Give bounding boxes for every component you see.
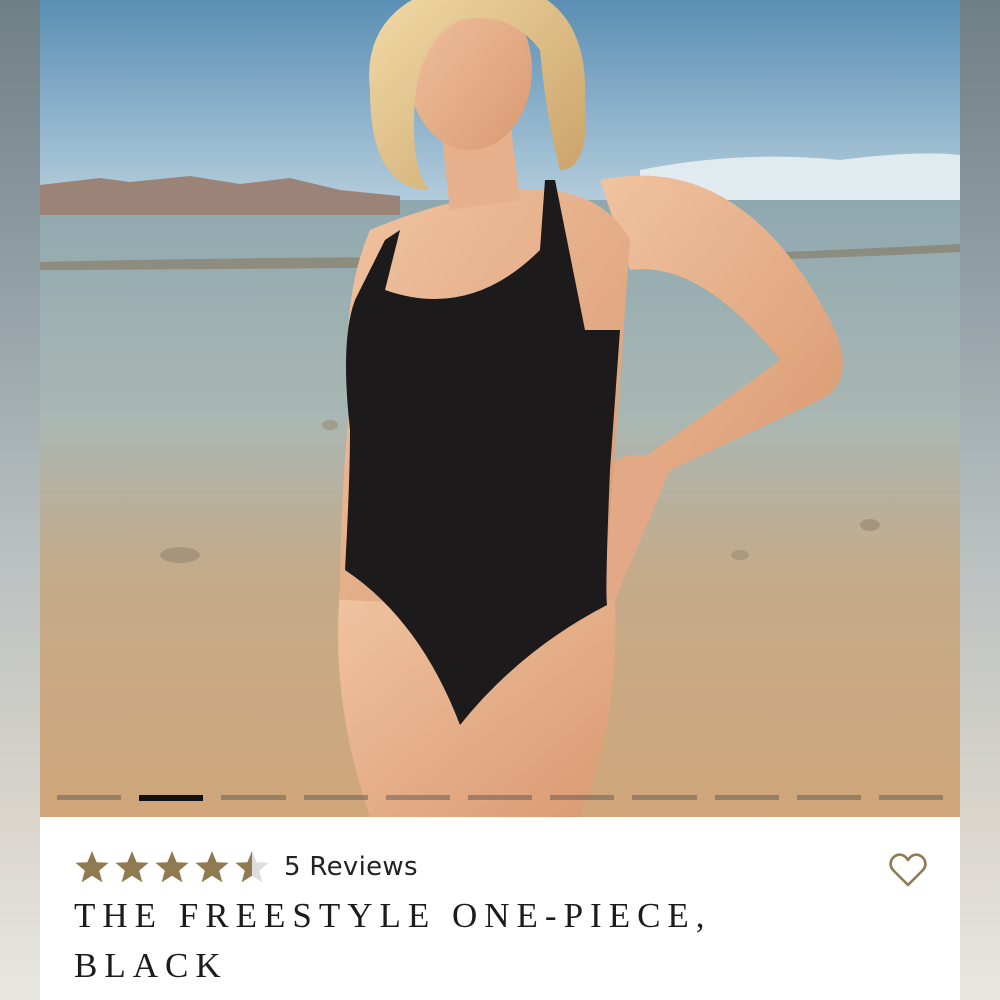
product-card: 5 Reviews THE FREESTYLE ONE-PIECE, BLACK [40, 0, 960, 1000]
product-photo[interactable] [40, 0, 960, 817]
carousel-indicator-6[interactable] [467, 795, 533, 800]
carousel-indicator-10[interactable] [796, 795, 861, 800]
star-icon [115, 851, 149, 883]
reviews-count[interactable]: 5 Reviews [284, 852, 418, 882]
star-icon [75, 851, 109, 883]
carousel-indicator-9[interactable] [714, 795, 779, 800]
product-info: 5 Reviews THE FREESTYLE ONE-PIECE, BLACK [40, 817, 960, 1000]
carousel-indicator-1[interactable] [57, 795, 122, 800]
star-icon [235, 851, 269, 883]
carousel-indicator-4[interactable] [303, 795, 368, 800]
rating[interactable]: 5 Reviews [74, 849, 418, 885]
carousel-indicators [57, 795, 944, 803]
rating-stars [74, 850, 274, 884]
heart-outline-icon [889, 853, 927, 887]
carousel-indicator-3[interactable] [221, 795, 286, 800]
product-photo-illustration [40, 0, 960, 817]
carousel-indicator-11[interactable] [878, 795, 944, 800]
carousel-indicator-8[interactable] [632, 795, 697, 800]
product-title: THE FREESTYLE ONE-PIECE, BLACK [74, 896, 712, 985]
star-icon [195, 851, 229, 883]
wishlist-button[interactable] [888, 851, 928, 889]
carousel-indicator-2[interactable] [139, 795, 204, 801]
carousel-indicator-7[interactable] [550, 795, 615, 800]
star-icon [155, 851, 189, 883]
carousel-indicator-5[interactable] [385, 795, 450, 800]
